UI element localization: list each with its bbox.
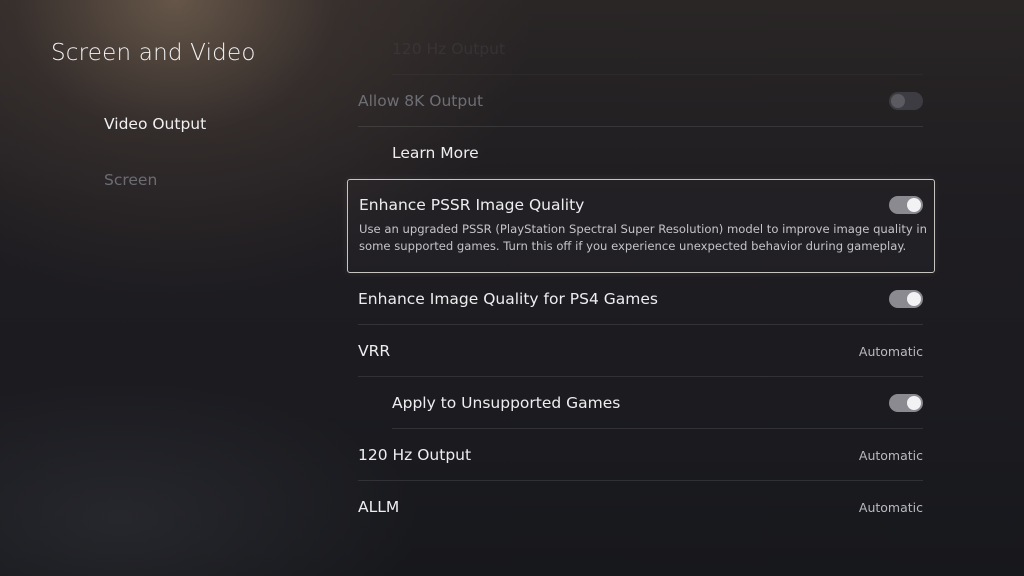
- nav-item-video-output[interactable]: Video Output: [104, 112, 324, 168]
- settings-row-vrr[interactable]: VRR Automatic: [347, 325, 935, 377]
- settings-row-120hz[interactable]: 120 Hz Output Automatic: [347, 429, 935, 481]
- settings-row-allow-8k[interactable]: Allow 8K Output: [347, 75, 935, 127]
- row-label: Apply to Unsupported Games: [392, 394, 621, 412]
- row-head: Enhance PSSR Image Quality: [359, 196, 923, 214]
- row-value: Automatic: [858, 499, 923, 515]
- settings-row-enhance-pssr[interactable]: Enhance PSSR Image Quality Use an upgrad…: [347, 179, 935, 273]
- row-label: Learn More: [392, 144, 479, 162]
- toggle-switch[interactable]: [889, 196, 923, 214]
- settings-row-120hz-cutoff[interactable]: 120 Hz Output: [347, 23, 935, 75]
- settings-row-apply-unsupported[interactable]: Apply to Unsupported Games: [347, 377, 935, 429]
- settings-row-enhance-ps4[interactable]: Enhance Image Quality for PS4 Games: [347, 273, 935, 325]
- row-value: Automatic: [858, 343, 923, 359]
- toggle-switch[interactable]: [889, 290, 923, 308]
- row-label: VRR: [358, 342, 391, 360]
- settings-row-learn-more[interactable]: Learn More: [347, 127, 935, 179]
- row-value: Automatic: [858, 447, 923, 463]
- row-label: Enhance PSSR Image Quality: [359, 196, 585, 214]
- row-description: Use an upgraded PSSR (PlayStation Spectr…: [359, 222, 927, 253]
- row-label: 120 Hz Output: [392, 40, 506, 58]
- row-label: ALLM: [358, 498, 400, 516]
- toggle-switch[interactable]: [889, 394, 923, 412]
- row-label: Enhance Image Quality for PS4 Games: [358, 290, 658, 308]
- left-nav: Video Output Screen: [104, 112, 324, 224]
- nav-item-screen[interactable]: Screen: [104, 168, 324, 224]
- page-title: Screen and Video: [51, 40, 256, 66]
- row-label: Allow 8K Output: [358, 92, 484, 110]
- toggle-switch[interactable]: [889, 92, 923, 110]
- row-label: 120 Hz Output: [358, 446, 472, 464]
- settings-list: 120 Hz Output Allow 8K Output Learn More…: [347, 40, 935, 533]
- settings-row-allm[interactable]: ALLM Automatic: [347, 481, 935, 533]
